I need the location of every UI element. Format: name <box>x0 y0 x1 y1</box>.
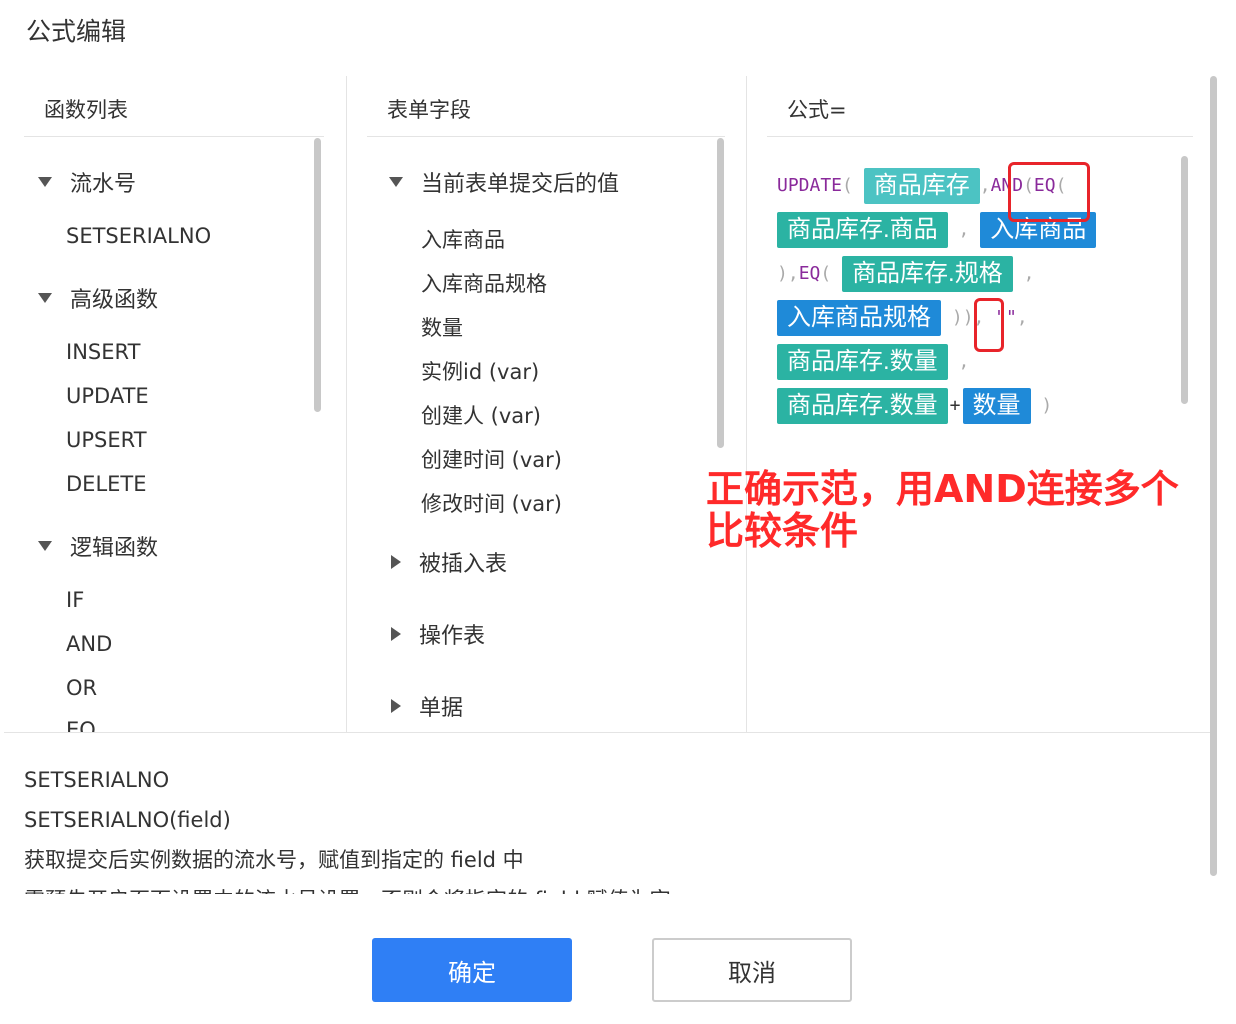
function-list-header: 函数列表 <box>44 98 128 122</box>
field-item[interactable]: 入库商品规格 <box>421 268 547 298</box>
function-item-eq[interactable]: EQ <box>66 718 96 732</box>
function-item-insert[interactable]: INSERT <box>66 340 140 364</box>
paren: ( <box>820 263 832 284</box>
form-fields-scrollbar[interactable] <box>717 138 724 448</box>
field-item[interactable]: 创建人 (var) <box>421 400 541 430</box>
function-item-upsert[interactable]: UPSERT <box>66 428 147 452</box>
group-label: 被插入表 <box>419 552 508 577</box>
group-logic[interactable]: 逻辑函数 <box>38 530 158 562</box>
paren: ) <box>951 307 963 328</box>
function-item-eq-label: EQ <box>66 718 96 732</box>
form-fields-header: 表单字段 <box>387 98 471 122</box>
annotation-note: 正确示范，用AND连接多个 比较条件 <box>706 468 1206 552</box>
confirm-button[interactable]: 确定 <box>372 938 572 1002</box>
dialog-scrollbar[interactable] <box>1210 76 1217 876</box>
highlight-paren-box <box>974 298 1004 352</box>
chevron-down-icon <box>38 177 52 187</box>
group-current-form[interactable]: 当前表单提交后的值 <box>389 166 619 198</box>
paren: ( <box>842 175 853 196</box>
cancel-button[interactable]: 取消 <box>652 938 852 1002</box>
function-item-update[interactable]: UPDATE <box>66 384 149 408</box>
function-list-panel: 函数列表 流水号 SETSERIALNO 高级函数 INSERT UPDATE … <box>24 76 324 732</box>
highlight-and-box <box>1008 162 1090 222</box>
description-note: 需预先开启页面设置中的流水号设置，否则会将指定的 field 赋值为空 <box>24 880 1184 894</box>
group-operation-table[interactable]: 操作表 <box>391 618 485 650</box>
comma: , <box>1023 263 1035 284</box>
field-chip[interactable]: 商品库存.商品 <box>777 212 948 248</box>
function-item-if[interactable]: IF <box>66 588 84 612</box>
group-label: 操作表 <box>419 624 486 649</box>
chevron-right-icon <box>391 699 401 713</box>
field-chip[interactable]: 商品库存 <box>863 168 980 204</box>
paren: ) <box>962 307 974 328</box>
comma: , <box>958 351 970 372</box>
field-item[interactable]: 修改时间 (var) <box>421 488 562 518</box>
chevron-down-icon <box>38 541 52 551</box>
function-item-delete[interactable]: DELETE <box>66 472 147 496</box>
chevron-right-icon <box>391 555 401 569</box>
section-divider <box>4 732 1210 733</box>
group-label: 高级函数 <box>70 288 159 313</box>
divider <box>24 136 324 137</box>
field-chip[interactable]: 数量 <box>962 388 1031 424</box>
field-item[interactable]: 入库商品 <box>421 224 505 254</box>
field-chip[interactable]: 商品库存.规格 <box>842 256 1013 292</box>
dialog-title: 公式编辑 <box>26 17 127 46</box>
divider <box>367 136 725 137</box>
function-token: EQ <box>798 263 821 284</box>
annotation-line-1: 正确示范，用AND连接多个 <box>706 467 1179 511</box>
function-item-or[interactable]: OR <box>66 676 97 700</box>
comma: , <box>787 263 799 284</box>
field-item[interactable]: 实例id (var) <box>421 356 539 386</box>
paren: ) <box>777 263 788 284</box>
annotation-line-2: 比较条件 <box>706 509 859 553</box>
field-item[interactable]: 数量 <box>421 312 463 342</box>
chevron-down-icon <box>38 293 52 303</box>
group-label: 逻辑函数 <box>70 536 159 561</box>
chevron-down-icon <box>389 177 403 187</box>
description-syntax: SETSERIALNO(field) <box>24 808 231 832</box>
comma: , <box>1016 307 1028 328</box>
function-description: SETSERIALNO SETSERIALNO(field) 获取提交后实例数据… <box>24 760 1184 894</box>
function-item-setserialno[interactable]: SETSERIALNO <box>66 224 211 248</box>
group-document[interactable]: 单据 <box>391 690 463 722</box>
field-chip[interactable]: 商品库存.数量 <box>777 388 948 424</box>
function-token: UPDATE <box>777 175 843 196</box>
paren: ) <box>1041 395 1053 416</box>
description-text: 获取提交后实例数据的流水号，赋值到指定的 field 中 <box>24 848 524 872</box>
field-chip[interactable]: 入库商品规格 <box>777 300 941 336</box>
group-advanced[interactable]: 高级函数 <box>38 282 158 314</box>
field-item[interactable]: 创建时间 (var) <box>421 444 562 474</box>
comma: , <box>958 219 970 240</box>
function-item-and[interactable]: AND <box>66 632 112 656</box>
formula-code[interactable]: UPDATE( 商品库存 ,AND(EQ( 商品库存.商品 , 入库商品 ),EQ… <box>777 164 1157 428</box>
chevron-right-icon <box>391 627 401 641</box>
divider <box>767 136 1193 137</box>
comma: , <box>979 175 991 196</box>
formula-header: 公式= <box>787 98 847 122</box>
group-label: 单据 <box>419 696 464 721</box>
group-label: 流水号 <box>70 172 137 197</box>
group-serial[interactable]: 流水号 <box>38 166 136 198</box>
formula-editor-panel[interactable]: 公式= UPDATE( 商品库存 ,AND(EQ( 商品库存.商品 , 入库商品 … <box>746 76 1193 732</box>
description-title: SETSERIALNO <box>24 768 170 792</box>
function-list-scrollbar[interactable] <box>314 138 321 412</box>
field-chip[interactable]: 商品库存.数量 <box>777 344 948 380</box>
formula-scrollbar[interactable] <box>1181 156 1188 404</box>
group-label: 当前表单提交后的值 <box>421 172 620 197</box>
operator: + <box>949 395 961 416</box>
group-inserted-table[interactable]: 被插入表 <box>391 546 507 578</box>
form-fields-panel: 表单字段 当前表单提交后的值 入库商品 入库商品规格 数量 实例id (var)… <box>346 76 725 732</box>
